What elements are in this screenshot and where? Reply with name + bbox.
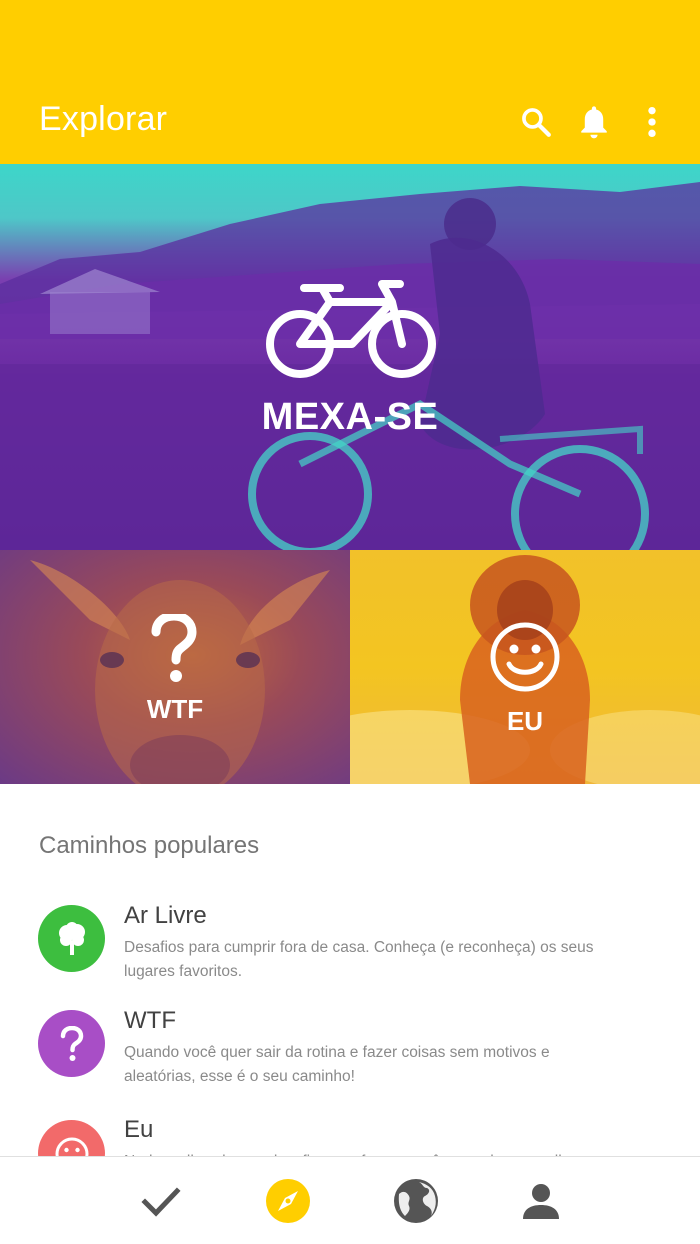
- search-button[interactable]: [514, 100, 558, 144]
- app-bar-actions: [500, 100, 674, 144]
- tile-eu[interactable]: EU: [350, 550, 700, 784]
- path-description: Quando você quer sair da rotina e fazer …: [124, 1044, 550, 1085]
- search-icon: [522, 108, 551, 137]
- bell-icon: [581, 106, 607, 139]
- path-icon-badge: [38, 905, 105, 972]
- globe-icon: [394, 1179, 438, 1223]
- nav-profile-button[interactable]: [517, 1177, 565, 1225]
- question-icon: [60, 1025, 83, 1061]
- page-title: Explorar: [39, 100, 168, 138]
- tree-icon: [58, 921, 85, 955]
- nav-challenges-button[interactable]: [137, 1177, 185, 1225]
- tile-eu-label: EU: [506, 706, 544, 736]
- list-item-ar-livre[interactable]: Ar Livre Desafios para cumprir fora de c…: [0, 902, 700, 992]
- bottom-navigation: [0, 1156, 700, 1244]
- path-name: Ar Livre: [124, 902, 207, 929]
- person-icon: [523, 1184, 559, 1219]
- question-icon: [151, 614, 197, 682]
- more-options-button[interactable]: [630, 100, 674, 144]
- path-name: Eu: [124, 1116, 154, 1143]
- hero-background-image: [0, 182, 700, 550]
- notifications-button[interactable]: [572, 100, 616, 144]
- smiley-icon: [490, 622, 560, 692]
- nav-explore-button[interactable]: [264, 1177, 312, 1225]
- path-name: WTF: [124, 1007, 176, 1034]
- more-vert-icon: [648, 106, 656, 138]
- section-title: Caminhos populares: [39, 832, 260, 859]
- nav-world-button[interactable]: [392, 1177, 440, 1225]
- hero-label: MEXA-SE: [261, 396, 439, 438]
- hero-banner-mexa-se[interactable]: MEXA-SE: [0, 164, 700, 550]
- path-description: Desafios para cumprir fora de casa. Conh…: [124, 939, 594, 980]
- tile-wtf-label: WTF: [146, 694, 204, 724]
- list-item-wtf[interactable]: WTF Quando você quer sair da rotina e fa…: [0, 1007, 700, 1097]
- app-bar: Explorar: [0, 0, 700, 164]
- compass-icon: [266, 1179, 310, 1223]
- path-icon-badge: [38, 1010, 105, 1077]
- tile-wtf[interactable]: WTF: [0, 550, 350, 784]
- check-icon: [141, 1187, 181, 1217]
